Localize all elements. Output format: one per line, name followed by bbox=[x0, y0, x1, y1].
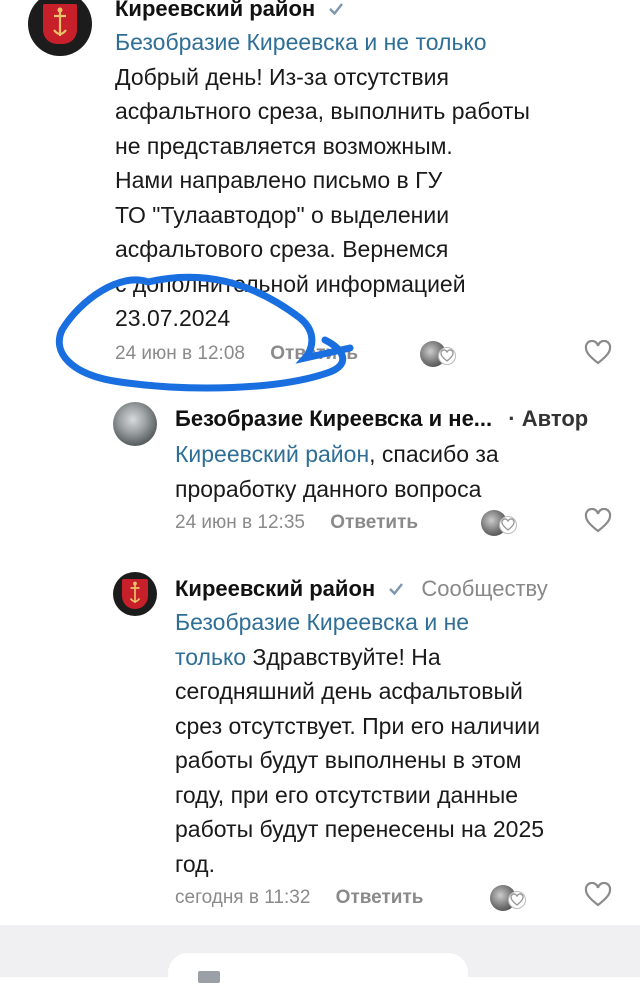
comment-line: срез отсутствует. При его наличии bbox=[175, 712, 540, 739]
comment-line: асфальтового среза. Вернемся bbox=[115, 236, 449, 262]
reply-button[interactable]: Ответить bbox=[336, 887, 424, 908]
author-avatar[interactable] bbox=[113, 572, 157, 616]
heart-outline-icon[interactable] bbox=[584, 508, 612, 534]
comment-line: Добрый день! Из-за отсутствия bbox=[115, 63, 449, 90]
comment-line: работы будут выполнены в этом bbox=[175, 747, 522, 773]
verified-check-icon bbox=[329, 3, 344, 16]
comment-text: Киреевский район, спасибо за проработку … bbox=[175, 437, 615, 506]
author-avatar[interactable] bbox=[113, 402, 157, 446]
reactions-avatars-icon[interactable] bbox=[490, 885, 526, 911]
comment-line: асфальтного среза, выполнить работы bbox=[115, 98, 530, 124]
heart-outline-icon[interactable] bbox=[584, 340, 612, 366]
comment-meta: 24 июн в 12:08 Ответить bbox=[115, 343, 358, 365]
author-avatar[interactable] bbox=[28, 0, 92, 56]
heart-badge-icon bbox=[438, 347, 456, 365]
comment-line: проработку данного вопроса bbox=[175, 475, 482, 502]
comment-text: Безобразие Киреевска и не только Здравст… bbox=[175, 605, 615, 881]
heart-badge-icon bbox=[499, 516, 517, 534]
author-name-row: Киреевский район bbox=[115, 0, 345, 22]
author-name-row: Киреевский район Сообществу bbox=[175, 576, 548, 602]
author-name[interactable]: Безобразие Киреевска и не... bbox=[175, 406, 492, 431]
comment-meta: сегодня в 11:32 Ответить bbox=[175, 887, 423, 909]
heart-badge-icon bbox=[508, 891, 526, 909]
reply-button[interactable]: Ответить bbox=[330, 512, 418, 533]
timestamp: 24 июн в 12:08 bbox=[115, 343, 245, 364]
reactions-avatars-icon[interactable] bbox=[481, 510, 517, 536]
verified-check-icon bbox=[389, 583, 404, 596]
comment-line: 23.07.2024 bbox=[115, 305, 231, 331]
input-attachment-icon[interactable] bbox=[198, 971, 220, 983]
timestamp: 24 июн в 12:35 bbox=[175, 512, 305, 533]
comment-input-field[interactable] bbox=[168, 953, 468, 993]
reply-to-link[interactable]: Киреевский район bbox=[175, 441, 369, 467]
timestamp: сегодня в 11:32 bbox=[175, 887, 311, 908]
comment-line: ТО "Тулаавтодор" о выделении bbox=[115, 201, 450, 228]
comment-input-bar bbox=[0, 925, 640, 993]
author-name[interactable]: Киреевский район bbox=[115, 0, 315, 21]
reply-to-link-cont[interactable]: только bbox=[175, 644, 246, 670]
comment-text: Безобразие Киреевска и не только Добрый … bbox=[115, 25, 615, 336]
reply-button[interactable]: Ответить bbox=[270, 343, 358, 364]
reply-target-label: Сообществу bbox=[421, 576, 548, 601]
author-name[interactable]: Киреевский район bbox=[175, 576, 375, 601]
comment-line: год. bbox=[175, 850, 215, 877]
author-name-row: Безобразие Киреевска и не... · Автор bbox=[175, 406, 588, 432]
comment-line: сегодняшний день асфальтовый bbox=[175, 678, 523, 704]
coat-of-arms-icon bbox=[43, 4, 77, 44]
reply-to-link[interactable]: Безобразие Киреевска и не bbox=[175, 609, 469, 635]
coat-of-arms-icon bbox=[122, 579, 148, 609]
reply-to-link[interactable]: Безобразие Киреевска и не только bbox=[115, 29, 487, 55]
comment-line: работы будут перенесены на 2025 bbox=[175, 816, 545, 842]
comment-text-inline: , спасибо за bbox=[369, 441, 499, 467]
heart-outline-icon[interactable] bbox=[584, 882, 612, 908]
comment-line: не представляется возможным. bbox=[115, 132, 453, 159]
author-badge: · Автор bbox=[508, 406, 589, 431]
reactions-avatars-icon[interactable] bbox=[420, 341, 456, 367]
comment-meta: 24 июн в 12:35 Ответить bbox=[175, 512, 418, 534]
comment-line: году, при его отсутствии данные bbox=[175, 781, 519, 808]
comment-line: Нами направлено письмо в ГУ bbox=[115, 167, 443, 193]
comment-text-inline: Здравствуйте! На bbox=[246, 643, 441, 670]
comment-line: с дополнительной информацией bbox=[115, 270, 466, 297]
